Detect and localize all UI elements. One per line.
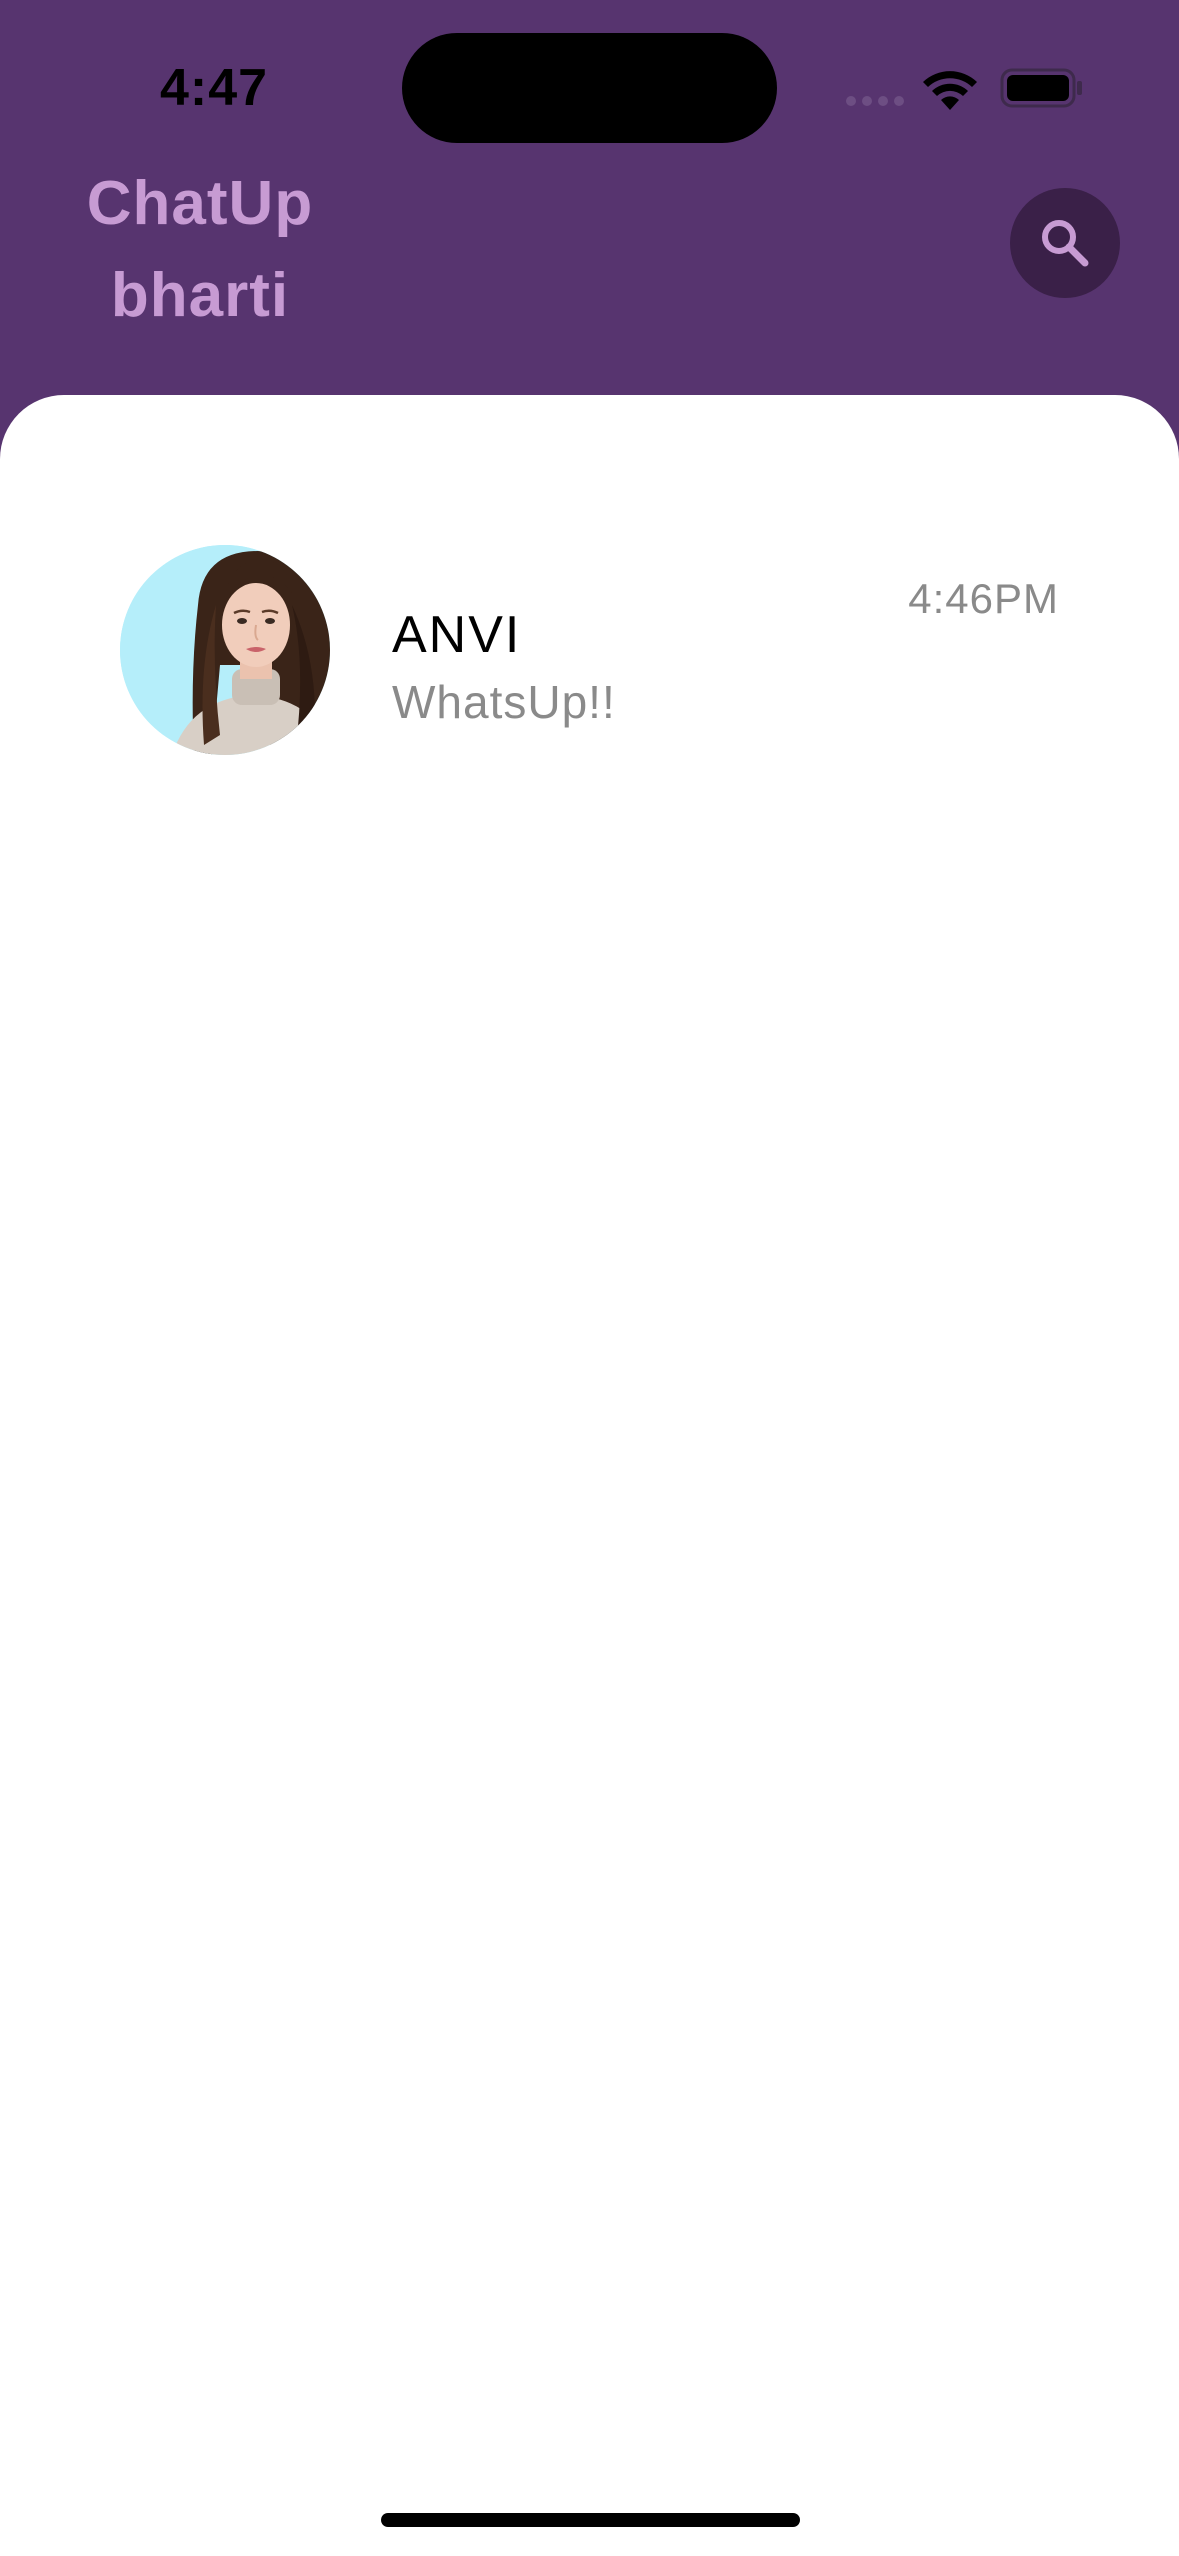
- status-bar: 4:47: [0, 0, 1179, 170]
- status-time: 4:47: [160, 59, 269, 117]
- cellular-signal-icon: [846, 96, 906, 108]
- dynamic-island: [402, 33, 777, 143]
- home-indicator[interactable]: [381, 2513, 800, 2527]
- app-title-line2: bharti: [110, 261, 290, 330]
- battery-icon: [1000, 68, 1084, 108]
- search-icon: [1042, 220, 1089, 267]
- chat-list-panel: ANVI WhatsUp!! 4:46PM: [0, 395, 1179, 2556]
- chat-list-item[interactable]: ANVI WhatsUp!! 4:46PM: [0, 525, 1179, 755]
- search-button[interactable]: [1010, 188, 1120, 298]
- app-title: ChatUp bharti: [60, 158, 340, 342]
- avatar[interactable]: [120, 545, 330, 755]
- chat-contact-name: ANVI: [392, 606, 522, 664]
- wifi-icon: [922, 66, 978, 110]
- app-title-line1: ChatUp: [86, 169, 314, 238]
- chat-timestamp: 4:46PM: [908, 575, 1059, 622]
- chat-message-preview: WhatsUp!!: [392, 676, 616, 728]
